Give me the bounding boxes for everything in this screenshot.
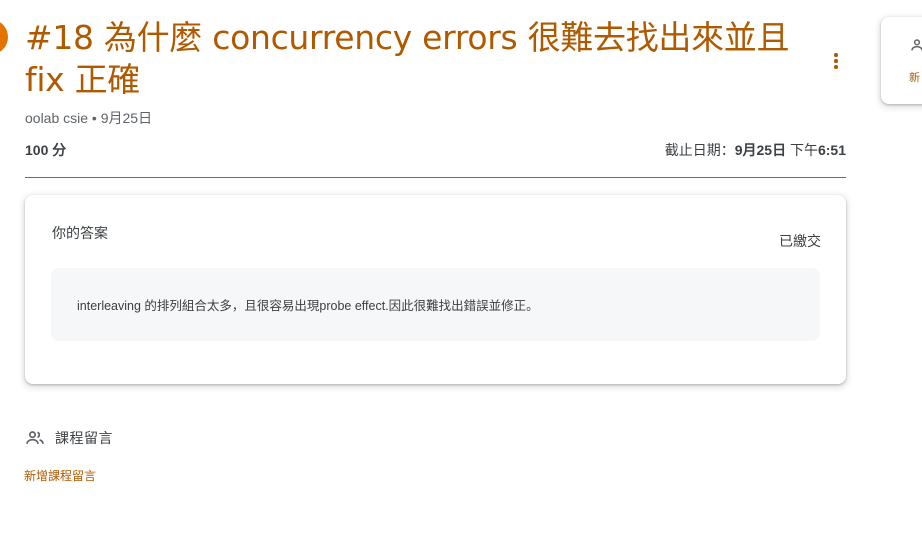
answer-heading: 你的答案 [52, 225, 108, 241]
answer-box[interactable]: interleaving 的排列組合太多，且很容易出現probe effect.… [51, 268, 820, 341]
header-divider [25, 177, 846, 178]
due-date-value: 9月25日 [734, 142, 787, 158]
due-date: 截止日期：9月25日 下午6:51 [665, 140, 846, 160]
assignment-meta: oolab csie • 9月25日 [25, 110, 153, 126]
person-icon [911, 39, 922, 51]
due-label: 截止日期： [664, 142, 735, 158]
class-comments-header: 課程留言 [25, 428, 113, 448]
more-options-button[interactable] [826, 50, 846, 72]
submission-status: 已繳交 [779, 233, 821, 249]
answer-text: interleaving 的排列組合太多，且很容易出現probe effect.… [77, 299, 539, 313]
assignment-title: #18 為什麼 concurrency errors 很難去找出來並且fix 正… [25, 18, 790, 99]
class-comments-title: 課程留言 [55, 430, 113, 446]
more-vert-icon [834, 53, 838, 69]
due-time: 6:51 [817, 142, 846, 158]
people-icon [26, 431, 44, 444]
assignment-page: #18 為什麼 concurrency errors 很難去找出來並且fix 正… [0, 0, 922, 553]
due-ampm: 下午 [786, 142, 818, 158]
assignment-icon [0, 20, 8, 54]
answer-card: 你的答案 已繳交 interleaving 的排列組合太多，且很容易出現prob… [25, 195, 846, 384]
add-class-comment-link[interactable]: 新增課程留言 [24, 467, 96, 484]
private-comments-card: 新 [881, 17, 922, 104]
assignment-points: 100 分 [25, 142, 67, 158]
add-private-comment-link[interactable]: 新 [909, 69, 920, 85]
